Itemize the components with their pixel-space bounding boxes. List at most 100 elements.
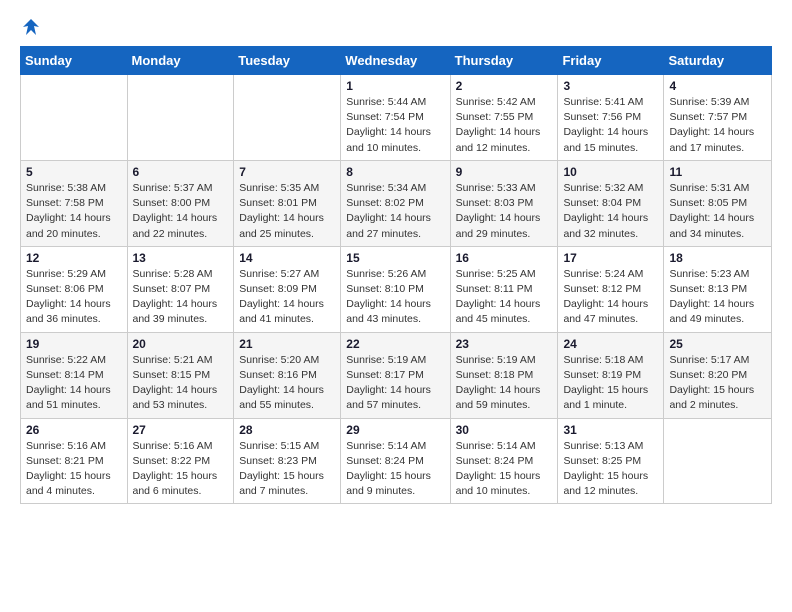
calendar-week-row: 12 Sunrise: 5:29 AM Sunset: 8:06 PM Dayli… xyxy=(21,246,772,332)
day-number: 5 xyxy=(26,165,122,179)
weekday-header-cell: Saturday xyxy=(664,47,772,75)
calendar-day-cell: 6Sunrise: 5:37 AM Sunset: 8:00 PM Daylig… xyxy=(127,160,234,246)
day-number: 19 xyxy=(26,337,122,351)
calendar-day-cell: 4 Sunrise: 5:39 AM Sunset: 7:57 PM Daylig… xyxy=(664,75,772,161)
calendar-day-cell: 24 Sunrise: 5:18 AM Sunset: 8:19 PM Dayli… xyxy=(558,332,664,418)
day-number: 23 xyxy=(456,337,553,351)
calendar-day-cell: 28Sunrise: 5:15 AM Sunset: 8:23 PM Dayli… xyxy=(234,418,341,504)
weekday-header-cell: Friday xyxy=(558,47,664,75)
weekday-header-cell: Wednesday xyxy=(341,47,450,75)
day-info: Sunrise: 5:44 AM Sunset: 7:54 PM Dayligh… xyxy=(346,95,444,156)
calendar-day-cell: 23 Sunrise: 5:19 AM Sunset: 8:18 PM Dayli… xyxy=(450,332,558,418)
day-number: 11 xyxy=(669,165,766,179)
day-info: Sunrise: 5:28 AM Sunset: 8:07 PM Dayligh… xyxy=(133,267,229,328)
weekday-header-cell: Thursday xyxy=(450,47,558,75)
day-info: Sunrise: 5:25 AM Sunset: 8:11 PM Dayligh… xyxy=(456,267,553,328)
calendar-day-cell: 27 Sunrise: 5:16 AM Sunset: 8:22 PM Dayli… xyxy=(127,418,234,504)
day-info: Sunrise: 5:17 AM Sunset: 8:20 PM Dayligh… xyxy=(669,353,766,414)
day-info: Sunrise: 5:18 AM Sunset: 8:19 PM Dayligh… xyxy=(563,353,658,414)
day-info: Sunrise: 5:14 AM Sunset: 8:24 PM Dayligh… xyxy=(456,439,553,500)
calendar-day-cell: 10 Sunrise: 5:32 AM Sunset: 8:04 PM Dayli… xyxy=(558,160,664,246)
calendar-day-cell: 1 Sunrise: 5:44 AM Sunset: 7:54 PM Daylig… xyxy=(341,75,450,161)
day-number: 20 xyxy=(133,337,229,351)
day-number: 13 xyxy=(133,251,229,265)
calendar-header-row: SundayMondayTuesdayWednesdayThursdayFrid… xyxy=(21,47,772,75)
day-number: 18 xyxy=(669,251,766,265)
day-number: 29 xyxy=(346,423,444,437)
day-info: Sunrise: 5:13 AM Sunset: 8:25 PM Dayligh… xyxy=(563,439,658,500)
day-info: Sunrise: 5:14 AM Sunset: 8:24 PM Dayligh… xyxy=(346,439,444,500)
day-number: 10 xyxy=(563,165,658,179)
calendar-day-cell: 8 Sunrise: 5:34 AM Sunset: 8:02 PM Daylig… xyxy=(341,160,450,246)
calendar-day-cell xyxy=(234,75,341,161)
calendar-day-cell: 21 Sunrise: 5:20 AM Sunset: 8:16 PM Dayli… xyxy=(234,332,341,418)
calendar-day-cell xyxy=(664,418,772,504)
day-info: Sunrise: 5:31 AM Sunset: 8:05 PM Dayligh… xyxy=(669,181,766,242)
day-number: 22 xyxy=(346,337,444,351)
day-number: 15 xyxy=(346,251,444,265)
day-number: 1 xyxy=(346,79,444,93)
day-info: Sunrise: 5:39 AM Sunset: 7:57 PM Dayligh… xyxy=(669,95,766,156)
day-number: 4 xyxy=(669,79,766,93)
day-number: 30 xyxy=(456,423,553,437)
calendar-day-cell: 29 Sunrise: 5:14 AM Sunset: 8:24 PM Dayli… xyxy=(341,418,450,504)
calendar-day-cell xyxy=(21,75,128,161)
day-info: Sunrise: 5:20 AM Sunset: 8:16 PM Dayligh… xyxy=(239,353,335,414)
day-number: 7 xyxy=(239,165,335,179)
calendar-day-cell: 15 Sunrise: 5:26 AM Sunset: 8:10 PM Dayli… xyxy=(341,246,450,332)
weekday-header-cell: Tuesday xyxy=(234,47,341,75)
day-number: 12 xyxy=(26,251,122,265)
day-info: Sunrise: 5:32 AM Sunset: 8:04 PM Dayligh… xyxy=(563,181,658,242)
weekday-header-cell: Monday xyxy=(127,47,234,75)
day-info: Sunrise: 5:33 AM Sunset: 8:03 PM Dayligh… xyxy=(456,181,553,242)
day-info: Sunrise: 5:16 AM Sunset: 8:22 PM Dayligh… xyxy=(133,439,229,500)
day-number: 8 xyxy=(346,165,444,179)
day-info: Sunrise: 5:27 AM Sunset: 8:09 PM Dayligh… xyxy=(239,267,335,328)
calendar-day-cell: 16 Sunrise: 5:25 AM Sunset: 8:11 PM Dayli… xyxy=(450,246,558,332)
calendar-day-cell: 2Sunrise: 5:42 AM Sunset: 7:55 PM Daylig… xyxy=(450,75,558,161)
calendar-table: SundayMondayTuesdayWednesdayThursdayFrid… xyxy=(20,46,772,504)
day-number: 21 xyxy=(239,337,335,351)
weekday-header-cell: Sunday xyxy=(21,47,128,75)
calendar-week-row: 26Sunrise: 5:16 AM Sunset: 8:21 PM Dayli… xyxy=(21,418,772,504)
day-number: 24 xyxy=(563,337,658,351)
day-info: Sunrise: 5:29 AM Sunset: 8:06 PM Dayligh… xyxy=(26,267,122,328)
day-info: Sunrise: 5:35 AM Sunset: 8:01 PM Dayligh… xyxy=(239,181,335,242)
calendar-week-row: 1 Sunrise: 5:44 AM Sunset: 7:54 PM Daylig… xyxy=(21,75,772,161)
calendar-day-cell: 5Sunrise: 5:38 AM Sunset: 7:58 PM Daylig… xyxy=(21,160,128,246)
calendar-day-cell: 30 Sunrise: 5:14 AM Sunset: 8:24 PM Dayli… xyxy=(450,418,558,504)
day-info: Sunrise: 5:24 AM Sunset: 8:12 PM Dayligh… xyxy=(563,267,658,328)
day-info: Sunrise: 5:34 AM Sunset: 8:02 PM Dayligh… xyxy=(346,181,444,242)
calendar-body: 1 Sunrise: 5:44 AM Sunset: 7:54 PM Daylig… xyxy=(21,75,772,504)
calendar-day-cell: 25Sunrise: 5:17 AM Sunset: 8:20 PM Dayli… xyxy=(664,332,772,418)
day-number: 14 xyxy=(239,251,335,265)
calendar-day-cell: 31Sunrise: 5:13 AM Sunset: 8:25 PM Dayli… xyxy=(558,418,664,504)
day-info: Sunrise: 5:37 AM Sunset: 8:00 PM Dayligh… xyxy=(133,181,229,242)
calendar-day-cell: 3 Sunrise: 5:41 AM Sunset: 7:56 PM Daylig… xyxy=(558,75,664,161)
day-number: 27 xyxy=(133,423,229,437)
calendar-day-cell: 18Sunrise: 5:23 AM Sunset: 8:13 PM Dayli… xyxy=(664,246,772,332)
day-number: 28 xyxy=(239,423,335,437)
logo xyxy=(20,16,42,38)
calendar-day-cell: 19Sunrise: 5:22 AM Sunset: 8:14 PM Dayli… xyxy=(21,332,128,418)
calendar-day-cell xyxy=(127,75,234,161)
calendar-day-cell: 12 Sunrise: 5:29 AM Sunset: 8:06 PM Dayli… xyxy=(21,246,128,332)
day-info: Sunrise: 5:19 AM Sunset: 8:18 PM Dayligh… xyxy=(456,353,553,414)
day-number: 16 xyxy=(456,251,553,265)
calendar-day-cell: 26Sunrise: 5:16 AM Sunset: 8:21 PM Dayli… xyxy=(21,418,128,504)
day-info: Sunrise: 5:42 AM Sunset: 7:55 PM Dayligh… xyxy=(456,95,553,156)
calendar-day-cell: 17Sunrise: 5:24 AM Sunset: 8:12 PM Dayli… xyxy=(558,246,664,332)
calendar-day-cell: 20 Sunrise: 5:21 AM Sunset: 8:15 PM Dayli… xyxy=(127,332,234,418)
day-info: Sunrise: 5:16 AM Sunset: 8:21 PM Dayligh… xyxy=(26,439,122,500)
calendar-day-cell: 9 Sunrise: 5:33 AM Sunset: 8:03 PM Daylig… xyxy=(450,160,558,246)
day-info: Sunrise: 5:19 AM Sunset: 8:17 PM Dayligh… xyxy=(346,353,444,414)
day-info: Sunrise: 5:26 AM Sunset: 8:10 PM Dayligh… xyxy=(346,267,444,328)
page-header xyxy=(20,16,772,38)
day-info: Sunrise: 5:41 AM Sunset: 7:56 PM Dayligh… xyxy=(563,95,658,156)
calendar-day-cell: 13 Sunrise: 5:28 AM Sunset: 8:07 PM Dayli… xyxy=(127,246,234,332)
day-number: 9 xyxy=(456,165,553,179)
day-info: Sunrise: 5:21 AM Sunset: 8:15 PM Dayligh… xyxy=(133,353,229,414)
calendar-day-cell: 11 Sunrise: 5:31 AM Sunset: 8:05 PM Dayli… xyxy=(664,160,772,246)
calendar-week-row: 19Sunrise: 5:22 AM Sunset: 8:14 PM Dayli… xyxy=(21,332,772,418)
day-number: 3 xyxy=(563,79,658,93)
